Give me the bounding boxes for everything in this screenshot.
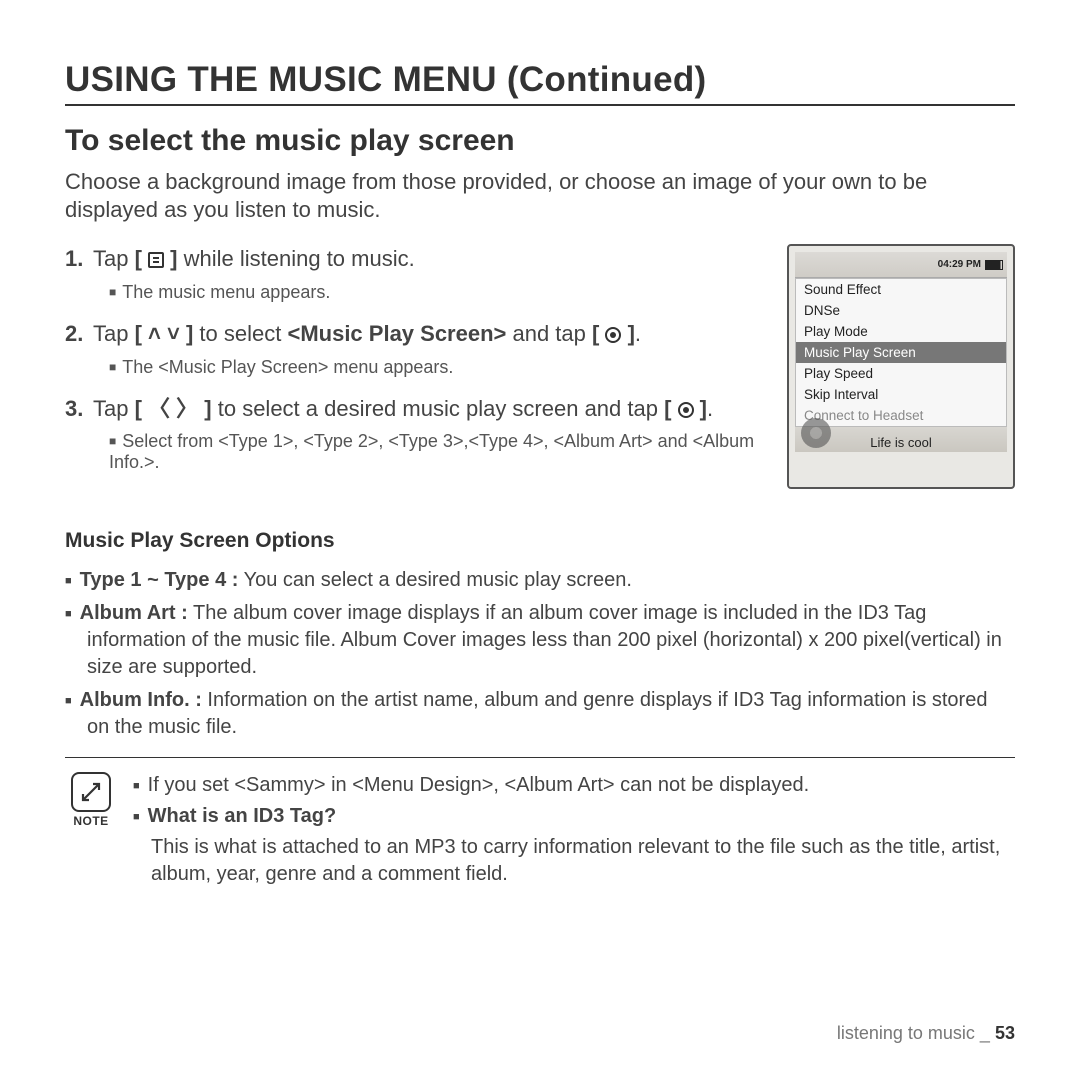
battery-icon [985,260,1003,270]
section-title: To select the music play screen [65,124,1015,158]
device-menu-item: Play Mode [796,321,1006,342]
step-num: 2. [65,319,93,349]
device-menu: Sound EffectDNSePlay ModeMusic Play Scre… [795,278,1007,427]
note-line-1: ■If you set <Sammy> in <Menu Design>, <A… [133,772,1015,799]
option-item: ■Album Art : The album cover image displ… [65,600,1015,681]
device-menu-item: Play Speed [796,363,1006,384]
step-num: 3. [65,394,93,424]
options-title: Music Play Screen Options [65,529,1015,553]
left-right-icon: 〈 〉 [148,396,198,421]
device-menu-item: DNSe [796,300,1006,321]
step-num: 1. [65,244,93,274]
device-statusbar: 04:29 PM [795,252,1007,278]
step-2: 2.Tap [ ˄ ˅ ] to select <Music Play Scre… [65,319,767,349]
note-answer: This is what is attached to an MP3 to ca… [133,834,1015,888]
select-icon [678,402,694,418]
page-title: USING THE MUSIC MENU (Continued) [65,60,1015,106]
step-3-sub: ■Select from <Type 1>, <Type 2>, <Type 3… [109,431,767,473]
note-question: ■What is an ID3 Tag? [133,803,1015,830]
note-block: NOTE ■If you set <Sammy> in <Menu Design… [65,772,1015,888]
select-icon [605,327,621,343]
note-badge: NOTE [65,772,117,888]
option-item: ■Type 1 ~ Type 4 : You can select a desi… [65,567,1015,594]
option-item: ■Album Info. : Information on the artist… [65,687,1015,741]
device-screenshot: 04:29 PM Sound EffectDNSePlay ModeMusic … [787,244,1015,489]
step-2-sub: ■The <Music Play Screen> menu appears. [109,357,767,378]
options-list: ■Type 1 ~ Type 4 : You can select a desi… [65,567,1015,758]
device-menu-item: Sound Effect [796,279,1006,300]
device-menu-item: Skip Interval [796,384,1006,405]
step-3: 3.Tap [ 〈 〉 ] to select a desired music … [65,394,767,424]
steps-list: 1.Tap [ ] while listening to music. ■The… [65,244,767,473]
menu-icon [148,252,164,268]
disc-icon [801,418,831,448]
up-down-icon: ˄ ˅ [148,321,180,346]
device-menu-item: Music Play Screen [796,342,1006,363]
step-1-sub: ■The music menu appears. [109,282,767,303]
note-icon [71,772,111,812]
step-1: 1.Tap [ ] while listening to music. [65,244,767,274]
device-footer: Life is cool [795,427,1007,452]
page-footer: listening to music _ 53 [837,1023,1015,1044]
intro-text: Choose a background image from those pro… [65,168,1015,224]
device-time: 04:29 PM [938,259,981,270]
